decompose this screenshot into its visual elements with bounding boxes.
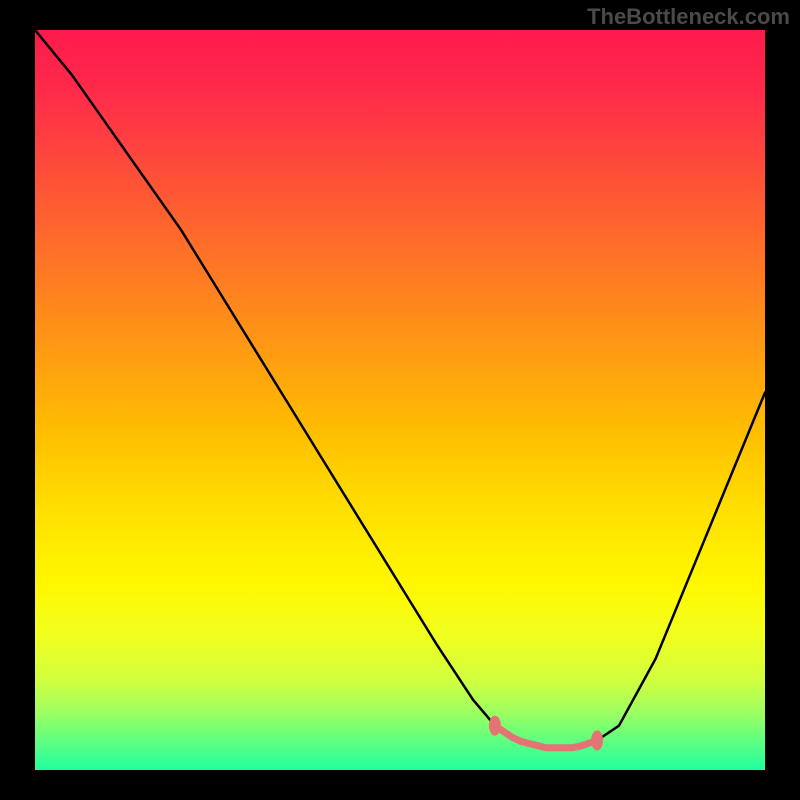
watermark-text: TheBottleneck.com: [587, 4, 790, 30]
highlight-marker: [489, 716, 501, 736]
highlight-segment: [495, 726, 597, 748]
bottleneck-curve: [35, 30, 765, 748]
highlight-marker: [591, 730, 603, 750]
highlight-markers: [489, 716, 603, 751]
curve-svg: [35, 30, 765, 770]
plot-area: [35, 30, 765, 770]
